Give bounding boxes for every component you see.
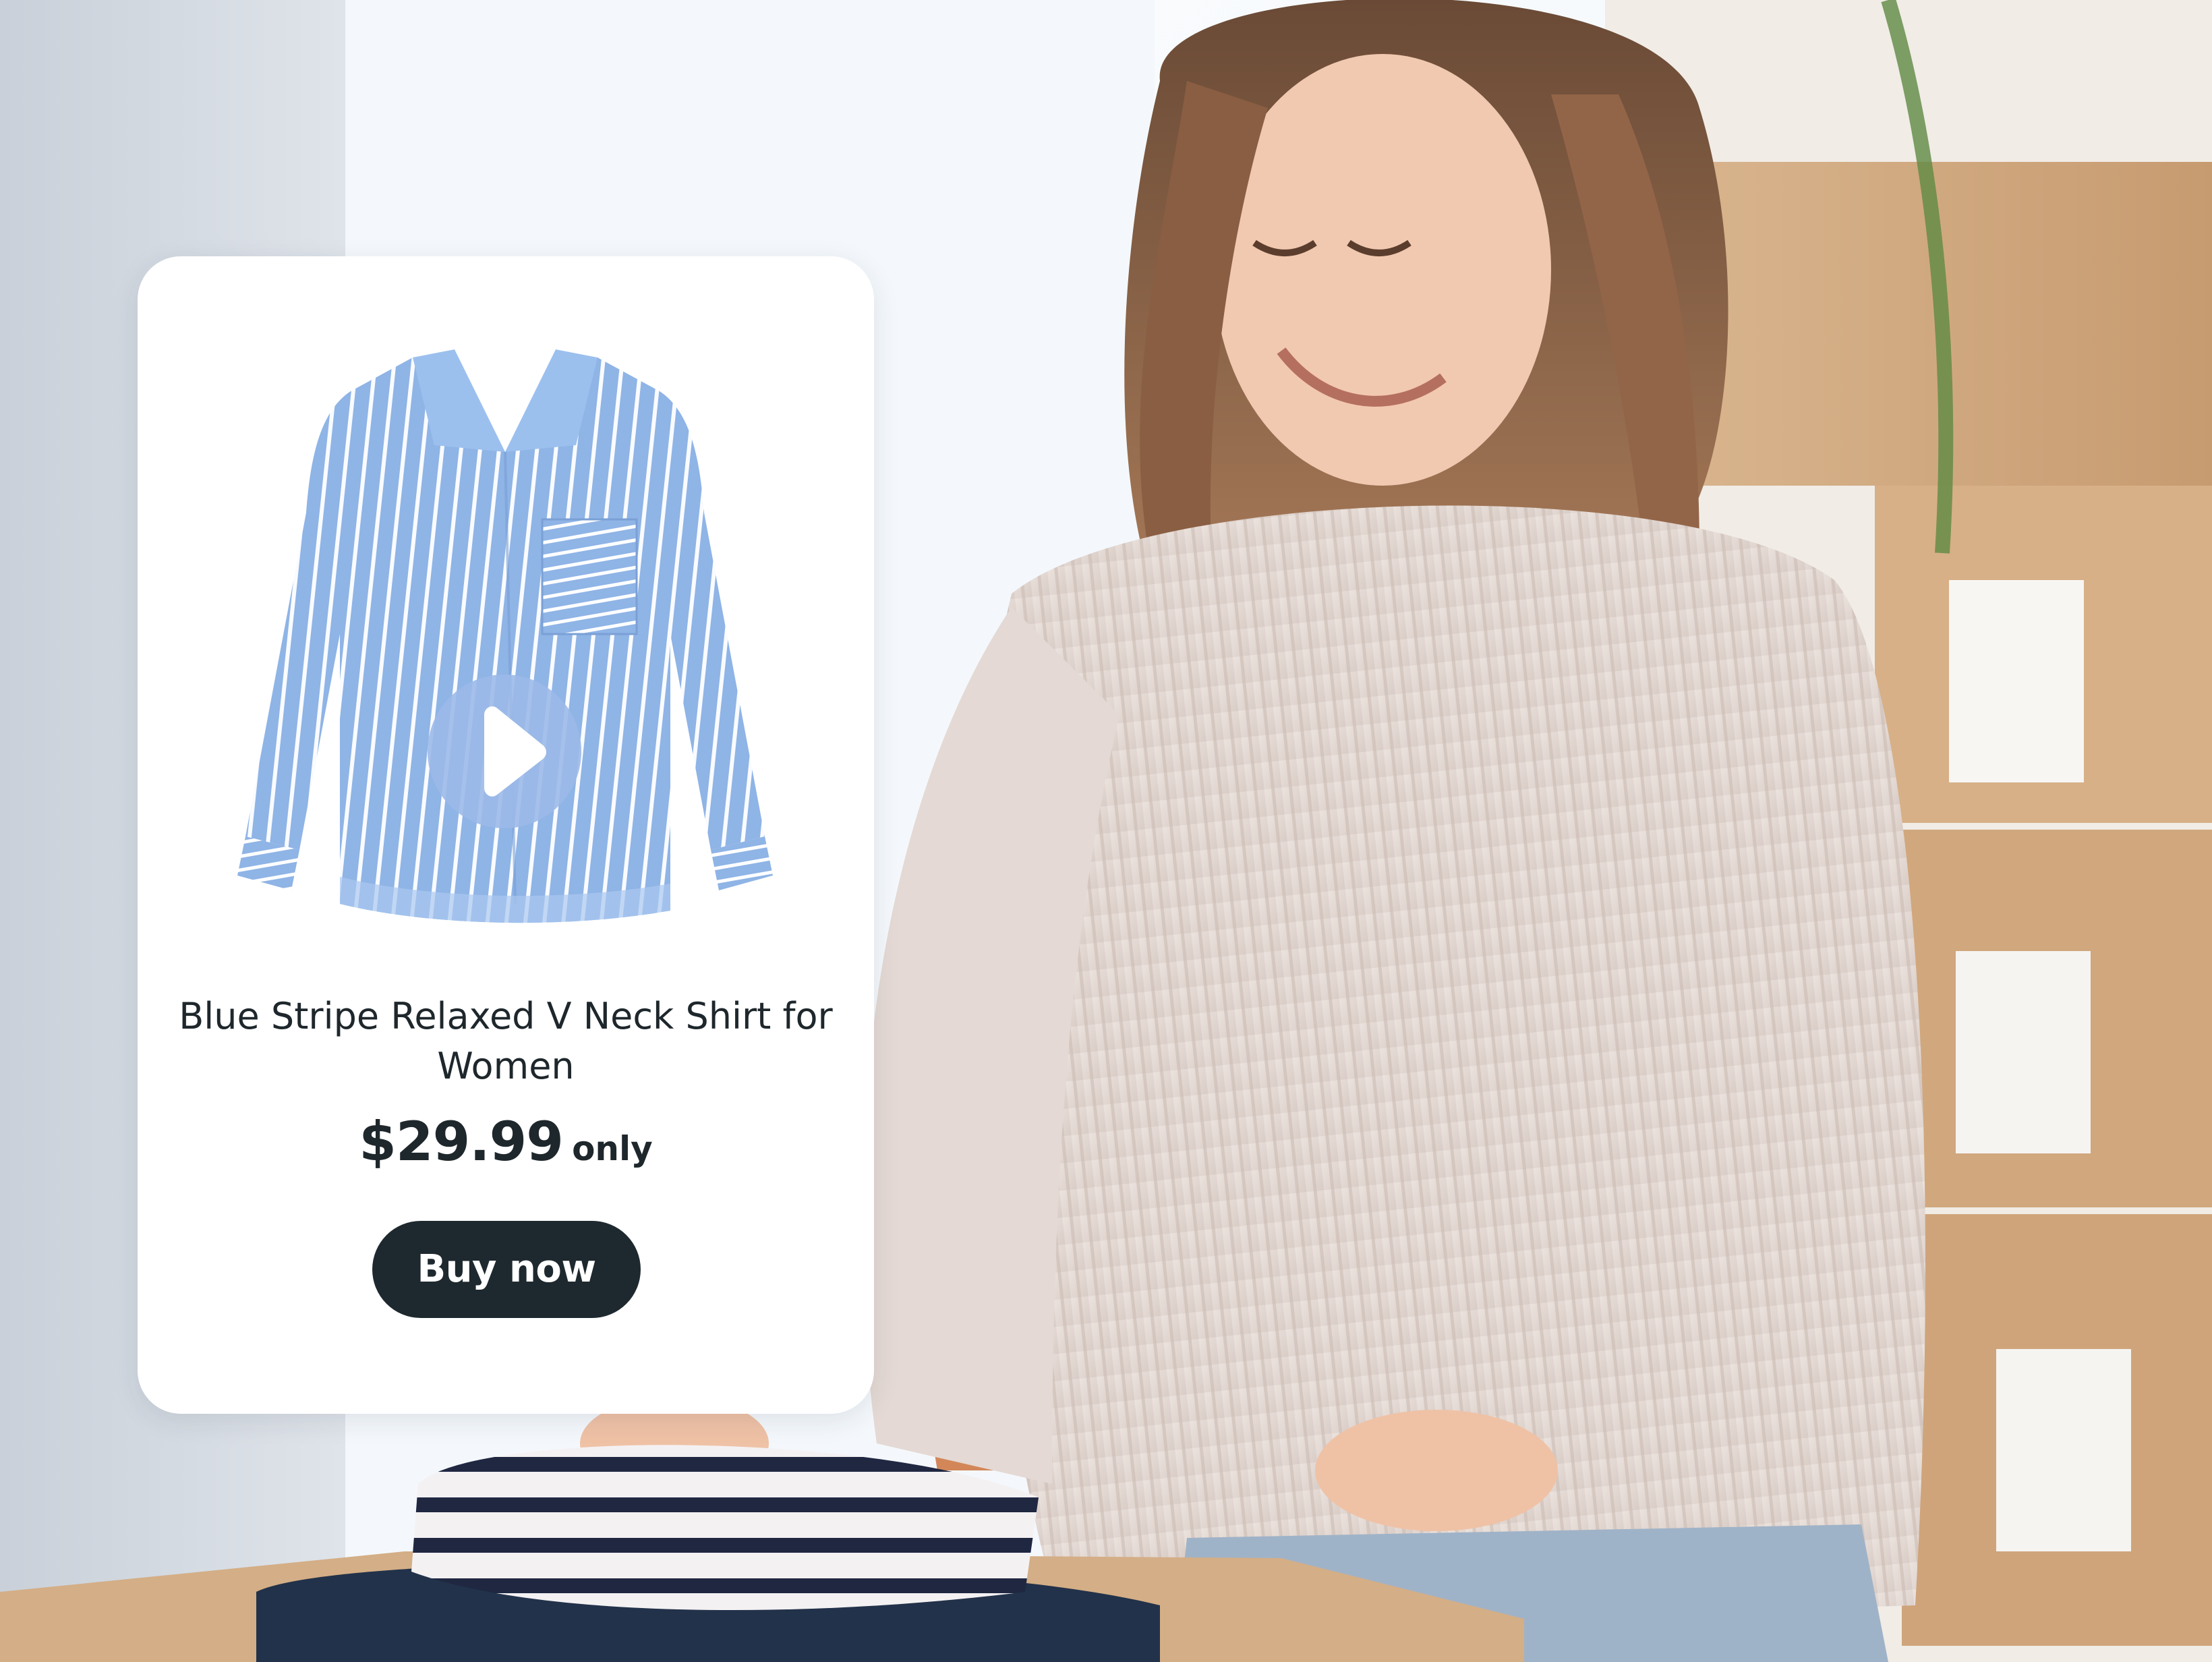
price-suffix: only <box>572 1129 653 1168</box>
product-image[interactable] <box>138 256 874 971</box>
price-line: $29.99 only <box>178 1110 834 1173</box>
product-price: $29.99 <box>359 1110 564 1173</box>
play-video-button[interactable] <box>428 675 581 828</box>
product-title: Blue Stripe Relaxed V Neck Shirt for Wom… <box>179 995 833 1087</box>
buy-now-button[interactable]: Buy now <box>372 1221 641 1318</box>
play-icon <box>484 706 546 797</box>
product-card[interactable]: Blue Stripe Relaxed V Neck Shirt for Wom… <box>138 256 874 1414</box>
